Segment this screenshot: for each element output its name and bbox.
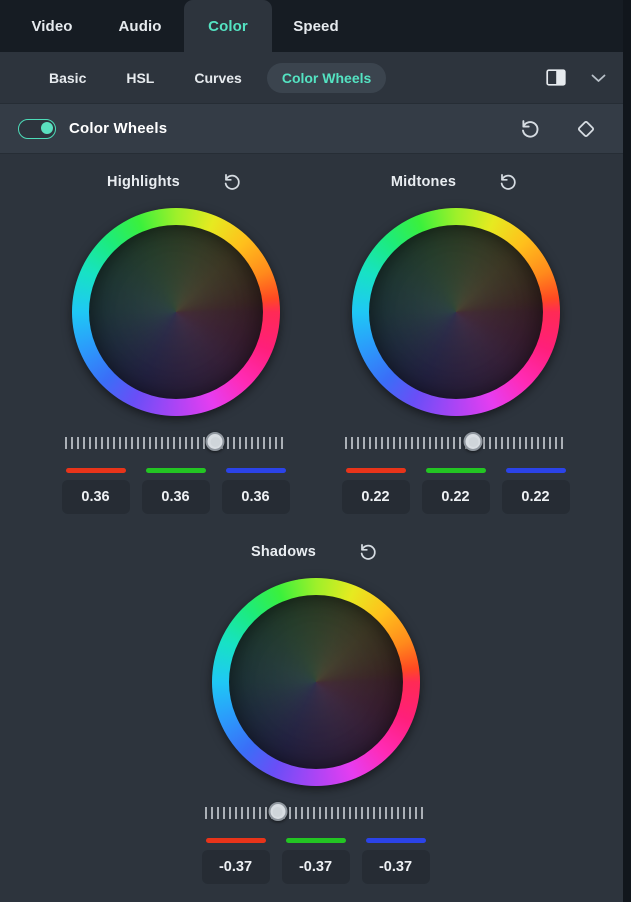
red-value-field[interactable]: 0.36 xyxy=(61,480,130,514)
slider-ticks xyxy=(64,437,287,449)
highlights-label-row: Highlights xyxy=(61,162,291,202)
subbar-icon-group xyxy=(544,67,617,88)
primary-tab-bar: Video Audio Color Speed xyxy=(0,0,631,52)
color-wheel-highlights[interactable] xyxy=(71,208,280,416)
wheel-block-shadows: Shadows -0.37 -0.37 -0.37 xyxy=(201,514,431,884)
wheel-block-highlights: Highlights 0.36 0.36 0.36 xyxy=(61,162,291,514)
rgb-item-green: 0.22 xyxy=(421,468,490,514)
wheel-hue-ring xyxy=(211,578,420,786)
chevron-down-icon[interactable] xyxy=(588,70,609,86)
rgb-item-blue: -0.37 xyxy=(361,838,430,884)
reset-icon[interactable] xyxy=(496,170,520,194)
red-value-field[interactable]: -0.37 xyxy=(201,850,270,884)
module-header: Color Wheels xyxy=(0,104,631,154)
module-header-icons xyxy=(517,116,613,142)
rgb-item-blue: 0.36 xyxy=(221,468,290,514)
blue-bar xyxy=(365,838,426,843)
slider-highlights[interactable] xyxy=(64,432,287,454)
blue-value-field[interactable]: 0.36 xyxy=(221,480,290,514)
slider-knob[interactable] xyxy=(463,432,483,451)
color-wheels-toggle[interactable] xyxy=(18,118,56,139)
shadows-label-row: Shadows xyxy=(201,532,431,572)
secondary-tab-bar: Basic HSL Curves Color Wheels xyxy=(0,52,631,104)
color-wheel-shadows[interactable] xyxy=(211,578,420,786)
wheel-hue-ring xyxy=(351,208,560,416)
toggle-knob xyxy=(40,121,53,134)
rgb-item-green: -0.37 xyxy=(281,838,350,884)
red-bar xyxy=(65,468,126,473)
red-value-field[interactable]: 0.22 xyxy=(341,480,410,514)
tab-video[interactable]: Video xyxy=(8,0,96,52)
midtones-label: Midtones xyxy=(390,174,457,190)
subtab-basic[interactable]: Basic xyxy=(34,63,101,93)
green-bar xyxy=(425,468,486,473)
subtab-curves[interactable]: Curves xyxy=(179,63,256,93)
compare-view-icon[interactable] xyxy=(544,67,568,88)
green-bar xyxy=(145,468,206,473)
subtab-hsl[interactable]: HSL xyxy=(111,63,169,93)
slider-knob[interactable] xyxy=(268,802,288,821)
wheels-body: Highlights 0.36 0.36 0.36 Midtones 0.22 … xyxy=(0,154,631,902)
midtones-label-row: Midtones xyxy=(341,162,571,202)
green-value-field[interactable]: 0.36 xyxy=(141,480,210,514)
tab-speed[interactable]: Speed xyxy=(272,0,360,52)
rgb-item-blue: 0.22 xyxy=(501,468,570,514)
blue-bar xyxy=(225,468,286,473)
wheels-top-row: Highlights 0.36 0.36 0.36 Midtones 0.22 … xyxy=(0,154,631,514)
vertical-scrollbar[interactable] xyxy=(624,103,629,783)
rgb-item-red: -0.37 xyxy=(201,838,270,884)
rgb-row-shadows: -0.37 -0.37 -0.37 xyxy=(201,838,431,884)
rgb-row-highlights: 0.36 0.36 0.36 xyxy=(61,468,291,514)
tab-color[interactable]: Color xyxy=(184,0,272,52)
green-value-field[interactable]: -0.37 xyxy=(281,850,350,884)
color-wheels-panel: Video Audio Color Speed Basic HSL Curves… xyxy=(0,0,631,902)
red-bar xyxy=(345,468,406,473)
rgb-item-red: 0.36 xyxy=(61,468,130,514)
slider-shadows[interactable] xyxy=(204,802,427,824)
reset-icon[interactable] xyxy=(356,540,380,564)
rgb-item-red: 0.22 xyxy=(341,468,410,514)
tab-audio[interactable]: Audio xyxy=(96,0,184,52)
green-value-field[interactable]: 0.22 xyxy=(421,480,490,514)
red-bar xyxy=(205,838,266,843)
rgb-item-green: 0.36 xyxy=(141,468,210,514)
slider-knob[interactable] xyxy=(205,432,225,451)
wheel-hue-ring xyxy=(71,208,280,416)
slider-ticks xyxy=(344,437,567,449)
blue-value-field[interactable]: 0.22 xyxy=(501,480,570,514)
blue-bar xyxy=(505,468,566,473)
green-bar xyxy=(285,838,346,843)
blue-value-field[interactable]: -0.37 xyxy=(361,850,430,884)
slider-midtones[interactable] xyxy=(344,432,567,454)
subtab-color-wheels[interactable]: Color Wheels xyxy=(266,62,387,93)
wheel-block-midtones: Midtones 0.22 0.22 0.22 xyxy=(341,162,571,514)
keyframe-icon[interactable] xyxy=(573,116,599,142)
color-wheel-midtones[interactable] xyxy=(351,208,560,416)
rgb-row-midtones: 0.22 0.22 0.22 xyxy=(341,468,571,514)
reset-icon[interactable] xyxy=(517,116,543,142)
shadows-label: Shadows xyxy=(250,544,317,560)
reset-icon[interactable] xyxy=(220,170,244,194)
module-title: Color Wheels xyxy=(69,120,168,137)
highlights-label: Highlights xyxy=(107,174,180,190)
slider-ticks xyxy=(204,807,427,819)
